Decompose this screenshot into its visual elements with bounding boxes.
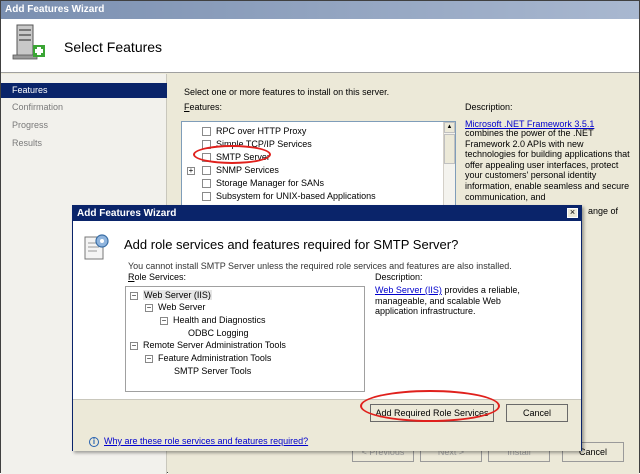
description-text: combines the power of the .NET Framework… [465,128,630,202]
feature-item[interactable]: SNMP Services [202,164,279,177]
features-list[interactable]: RPC over HTTP Proxy Simple TCP/IP Servic… [181,121,456,213]
tree-item[interactable]: − Remote Server Administration Tools [130,339,286,351]
web-server-link[interactable]: Web Server (IIS) [375,285,442,295]
wizard-header: Select Features [1,19,639,73]
features-label: Features: [184,102,223,112]
dialog-body: Add role services and features required … [73,221,581,451]
feature-checkbox[interactable] [202,140,211,150]
features-scrollbar[interactable]: ▲ [443,122,455,212]
feature-checkbox[interactable] [202,166,211,176]
required-features-dialog: Add Features Wizard × Add role services … [72,205,582,451]
feature-item[interactable]: Subsystem for UNIX-based Applications [202,190,376,203]
nav-item-features[interactable]: Features [1,83,167,98]
dialog-footer: Add Required Role Services Cancel i Why a… [73,399,581,451]
help-link-row[interactable]: i Why are these role services and feature… [89,436,308,447]
scroll-thumb[interactable] [444,134,455,164]
description-label: Description: [465,102,513,112]
dialog-intro-text: You cannot install SMTP Server unless th… [128,261,512,271]
tree-item[interactable]: SMTP Server Tools [174,365,251,377]
feature-checkbox[interactable] [202,192,211,202]
page-heading: Select Features [64,39,163,55]
feature-checkbox[interactable] [202,179,211,189]
collapse-icon[interactable]: − [145,303,153,312]
nav-item-results[interactable]: Results [1,136,167,151]
tree-item[interactable]: − Health and Diagnostics [160,314,266,326]
expand-icon[interactable]: + [187,167,195,175]
add-required-role-services-button[interactable]: Add Required Role Services [370,404,494,422]
description-overflow-text: ange of [588,206,619,216]
role-services-tree[interactable]: − Web Server (IIS) − Web Server − Health an… [125,286,365,392]
dialog-description: Web Server (IIS) provides a reliable, ma… [375,285,520,317]
feature-item[interactable]: Storage Manager for SANs [202,177,324,190]
server-features-icon [12,24,45,60]
tree-item[interactable]: − Feature Administration Tools [145,352,271,364]
scroll-up-icon[interactable]: ▲ [444,122,455,133]
window-title: Add Features Wizard [1,1,639,19]
collapse-icon[interactable]: − [130,341,138,350]
feature-item-smtp-server[interactable]: SMTP Server [202,151,270,164]
help-link[interactable]: Why are these role services and features… [104,436,308,446]
feature-checkbox[interactable] [202,127,211,137]
dialog-heading: Add role services and features required … [124,237,459,252]
dialog-cancel-button[interactable]: Cancel [506,404,568,422]
info-icon: i [89,437,99,447]
feature-item[interactable]: RPC over HTTP Proxy [202,125,306,138]
tree-item[interactable]: − Web Server [145,301,205,313]
roles-gear-icon [84,234,109,260]
dialog-title: Add Features Wizard [73,206,581,221]
nav-item-confirmation[interactable]: Confirmation [1,100,167,115]
feature-item[interactable]: Simple TCP/IP Services [202,138,312,151]
dialog-description-label: Description: [375,272,423,282]
instruction-text: Select one or more features to install o… [184,87,390,97]
collapse-icon[interactable]: − [160,316,168,325]
tree-item[interactable]: ODBC Logging [188,327,249,339]
tree-item[interactable]: − Web Server (IIS) [130,289,212,301]
role-services-label: Role Services: [128,272,187,282]
nav-item-progress[interactable]: Progress [1,118,167,133]
collapse-icon[interactable]: − [145,354,153,363]
close-icon[interactable]: × [567,208,578,218]
smtp-server-checkbox[interactable] [202,153,211,163]
collapse-icon[interactable]: − [130,291,138,300]
